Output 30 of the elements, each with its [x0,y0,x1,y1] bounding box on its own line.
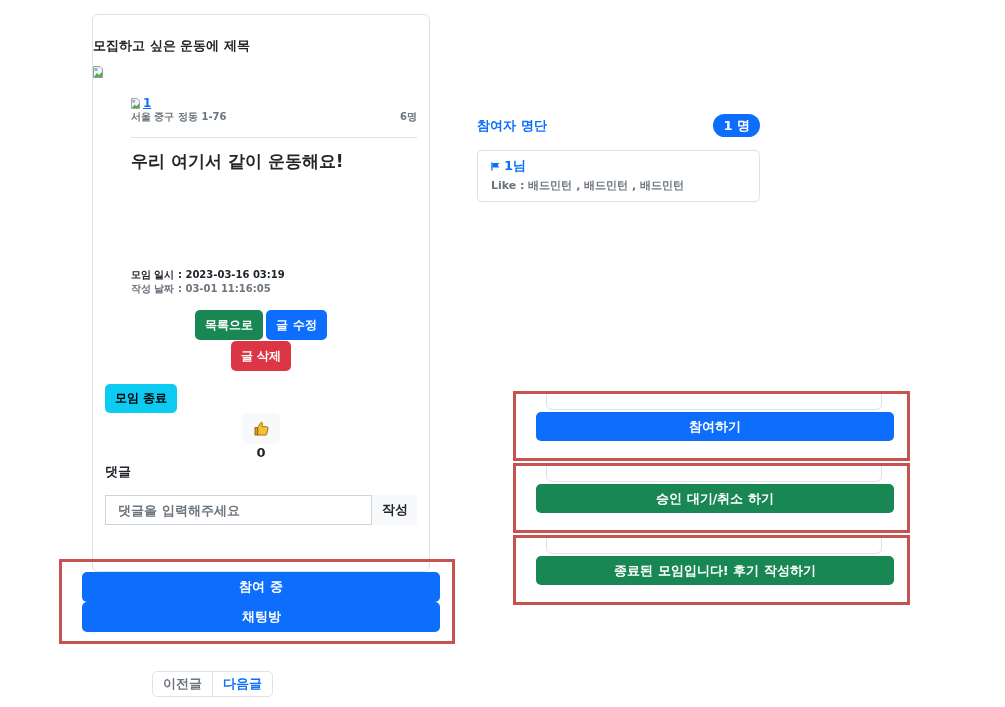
comment-input[interactable]: 댓글을 입력해주세요 [105,495,372,525]
join-action-button[interactable]: 참여 중 [82,572,440,602]
submit-comment-button[interactable]: 작성 [372,495,417,525]
like-count: 0 [256,444,266,462]
post-action-button[interactable]: 글 삭제 [230,341,292,371]
capacity-text: 6명 [400,110,417,124]
post-title: 모집하고 싶은 운동에 제목 [93,37,250,55]
post-action-button[interactable]: 목록으로 [195,310,264,340]
post-heading: 우리 여기서 같이 운동해요! [131,150,344,172]
meeting-time-text: 모임 일시 : 2023-03-16 03:19 [131,268,285,282]
pagination-link[interactable]: 다음글 [212,672,272,696]
participants-title: 참여자 명단 [477,116,547,135]
author-link[interactable]: 1 [143,96,152,110]
close-meeting-button[interactable]: 모임 종료 [105,384,178,413]
flag-icon [491,161,500,171]
state-action-button[interactable]: 참여하기 [536,412,894,441]
participant-name: 1님 [504,157,527,175]
participant-count-badge: 1 명 [713,114,760,137]
join-action-button[interactable]: 채팅방 [82,602,440,632]
post-action-button[interactable]: 글 수정 [266,310,327,340]
written-date-text: 작성 날짜 : 03-01 11:16:05 [131,282,271,296]
state-action-button[interactable]: 승인 대기/취소 하기 [536,484,894,513]
like-button[interactable] [242,413,280,444]
location-text: 서울 중구 정동 1-76 [131,110,227,124]
thumbs-up-icon [253,421,269,436]
comments-heading: 댓글 [105,463,131,481]
participant-likes-text: Like : 배드민턴 , 배드민턴 , 배드민턴 [491,178,684,194]
state-action-button[interactable]: 종료된 모임입니다! 후기 작성하기 [536,556,894,585]
broken-image-icon [93,66,103,78]
broken-image-icon [131,97,140,109]
